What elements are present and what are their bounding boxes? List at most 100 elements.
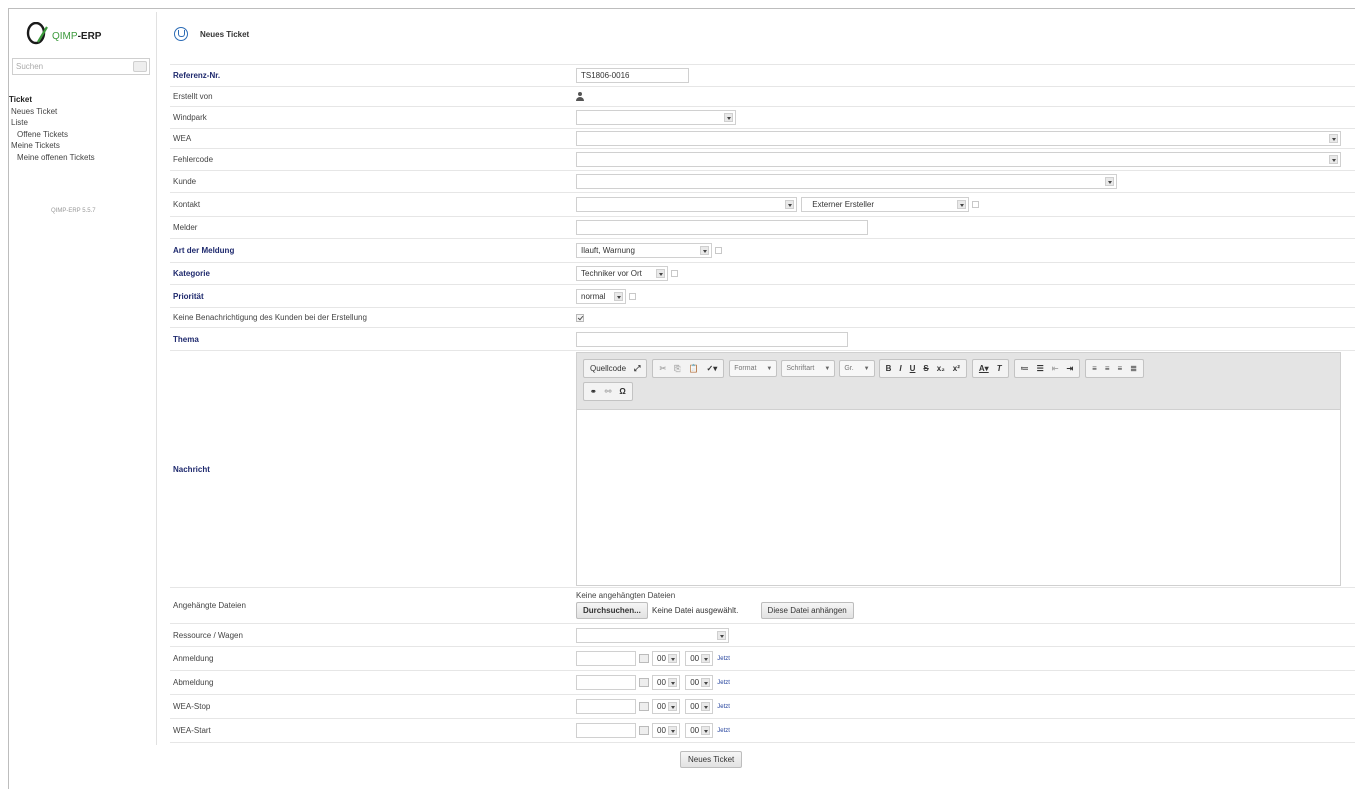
strike-button[interactable]: S — [919, 364, 932, 373]
version-label: QIMP-ERP 5.5.7 — [51, 208, 96, 214]
kunde-select[interactable] — [576, 174, 1117, 189]
font-select[interactable]: Schriftart ▼ — [781, 360, 836, 377]
sidebar-item-offene-tickets[interactable]: Offene Tickets — [9, 129, 95, 141]
abmeldung-date-input[interactable] — [576, 675, 636, 690]
subscript-button[interactable]: x₂ — [933, 364, 949, 373]
outdent-icon[interactable]: ⇤ — [1048, 364, 1063, 373]
thema-input[interactable] — [576, 331, 848, 347]
kategorie-add-icon[interactable] — [671, 270, 678, 277]
wea-stop-minute-select[interactable]: 00 — [685, 699, 714, 714]
align-right-icon[interactable]: ≡ — [1114, 364, 1127, 373]
align-center-icon[interactable]: ≡ — [1101, 364, 1114, 373]
prioritaet-add-icon[interactable] — [629, 292, 636, 300]
row-kunde: Kunde — [170, 170, 1355, 193]
anmeldung-now-link[interactable]: Jetzt — [717, 656, 730, 662]
label-anmeldung: Anmeldung — [170, 646, 576, 671]
browse-button[interactable]: Durchsuchen... — [576, 602, 648, 619]
sidebar-item-meine-offenen-tickets[interactable]: Meine offenen Tickets — [9, 152, 95, 164]
tgroup-clipboard: ✂ ⎘ 📋 ✓▾ — [652, 359, 725, 378]
wea-select[interactable] — [576, 131, 1341, 146]
numbered-list-icon[interactable]: ≔ — [1017, 364, 1033, 373]
tgroup-links: ⚭ ⚯ Ω — [583, 382, 633, 401]
art-add-icon[interactable] — [715, 247, 722, 254]
fehlercode-select[interactable] — [576, 152, 1341, 167]
chevron-down-icon — [701, 726, 711, 735]
referenz-input[interactable]: TS1806-0016 — [576, 68, 689, 83]
art-select[interactable]: Ilauft, Warnung — [576, 243, 712, 258]
spellcheck-icon[interactable]: ✓▾ — [703, 364, 722, 373]
wea-stop-date-input[interactable] — [576, 699, 636, 714]
format-select[interactable]: Format ▼ — [729, 360, 778, 377]
size-select[interactable]: Gr. ▼ — [839, 360, 875, 377]
abmeldung-now-link[interactable]: Jetzt — [717, 680, 730, 686]
wea-stop-hour-select[interactable]: 00 — [652, 699, 680, 714]
wea-stop-now-link[interactable]: Jetzt — [717, 704, 730, 710]
prioritaet-select[interactable]: normal — [576, 288, 626, 304]
row-erstellt: Erstellt von — [170, 86, 1355, 107]
italic-button[interactable]: I — [895, 364, 905, 373]
editor-content-area[interactable] — [577, 410, 1340, 585]
cut-icon[interactable]: ✂ — [655, 364, 670, 373]
search-dropdown-button[interactable] — [133, 61, 147, 72]
melder-input[interactable] — [576, 220, 868, 235]
row-ressource: Ressource / Wagen — [170, 623, 1355, 647]
calendar-icon[interactable] — [639, 702, 649, 711]
neues-ticket-submit-button[interactable]: Neues Ticket — [680, 751, 743, 768]
ticket-icon — [174, 27, 188, 41]
sidebar-item-ticket[interactable]: Ticket — [9, 94, 95, 106]
superscript-button[interactable]: x² — [949, 364, 964, 373]
align-justify-icon[interactable]: ≣ — [1126, 364, 1141, 373]
no-attachments-text: Keine angehängten Dateien — [576, 591, 676, 600]
paste-icon[interactable]: 📋 — [685, 364, 703, 373]
maximize-icon[interactable]: ⤢ — [630, 364, 644, 374]
wea-start-minute-select[interactable]: 00 — [685, 723, 714, 738]
search-input[interactable]: Suchen — [12, 58, 150, 75]
anmeldung-date-input[interactable] — [576, 651, 636, 666]
row-wea: WEA — [170, 128, 1355, 149]
remove-format-icon[interactable]: T — [993, 364, 1006, 373]
anmeldung-hour-select[interactable]: 00 — [652, 651, 680, 666]
minute-value: 00 — [690, 726, 700, 735]
label-art: Art der Meldung — [170, 238, 576, 263]
abmeldung-hour-select[interactable]: 00 — [652, 675, 680, 690]
wea-start-date-input[interactable] — [576, 723, 636, 738]
abmeldung-minute-select[interactable]: 00 — [685, 675, 714, 690]
tgroup-source: Quellcode ⤢ — [583, 359, 648, 378]
minute-value: 00 — [690, 654, 700, 663]
copy-icon[interactable]: ⎘ — [670, 364, 684, 374]
sidebar-nav: Ticket Neues Ticket Liste Offene Tickets… — [9, 94, 95, 163]
row-abmeldung: Abmeldung 00 00 Jetzt — [170, 670, 1355, 695]
unlink-icon[interactable]: ⚯ — [601, 387, 616, 396]
underline-button[interactable]: U — [906, 364, 920, 373]
anmeldung-minute-select[interactable]: 00 — [685, 651, 714, 666]
indent-icon[interactable]: ⇥ — [1062, 364, 1077, 373]
calendar-icon[interactable] — [639, 678, 649, 687]
bulleted-list-icon[interactable]: ☰ — [1033, 364, 1048, 373]
special-char-button[interactable]: Ω — [615, 387, 629, 396]
kontakt-select[interactable] — [576, 197, 797, 212]
wea-start-hour-select[interactable]: 00 — [652, 723, 680, 738]
hour-value: 00 — [657, 726, 666, 735]
externer-ersteller-value: Externer Ersteller — [812, 200, 875, 209]
source-button[interactable]: Quellcode — [586, 364, 630, 373]
benachrichtigung-checkbox[interactable] — [576, 313, 584, 322]
wea-start-now-link[interactable]: Jetzt — [717, 728, 730, 734]
calendar-icon[interactable] — [639, 726, 649, 735]
sidebar-item-liste[interactable]: Liste — [9, 117, 95, 129]
chevron-down-icon — [614, 291, 623, 301]
kategorie-select[interactable]: Techniker vor Ort — [576, 266, 668, 281]
windpark-select[interactable] — [576, 110, 736, 125]
search-placeholder: Suchen — [16, 62, 44, 71]
sidebar-item-neues-ticket[interactable]: Neues Ticket — [9, 106, 95, 118]
link-icon[interactable]: ⚭ — [586, 387, 601, 396]
sidebar-item-meine-tickets[interactable]: Meine Tickets — [9, 140, 95, 152]
kontakt-add-icon[interactable] — [972, 201, 980, 208]
calendar-icon[interactable] — [639, 654, 649, 663]
row-anmeldung: Anmeldung 00 00 Jetzt — [170, 646, 1355, 671]
text-color-icon[interactable]: A▾ — [975, 364, 993, 373]
attach-file-button[interactable]: Diese Datei anhängen — [760, 602, 854, 619]
externer-ersteller-select[interactable]: Externer Ersteller — [801, 197, 970, 212]
align-left-icon[interactable]: ≡ — [1088, 364, 1101, 373]
ressource-select[interactable] — [576, 627, 729, 643]
bold-button[interactable]: B — [882, 364, 896, 373]
